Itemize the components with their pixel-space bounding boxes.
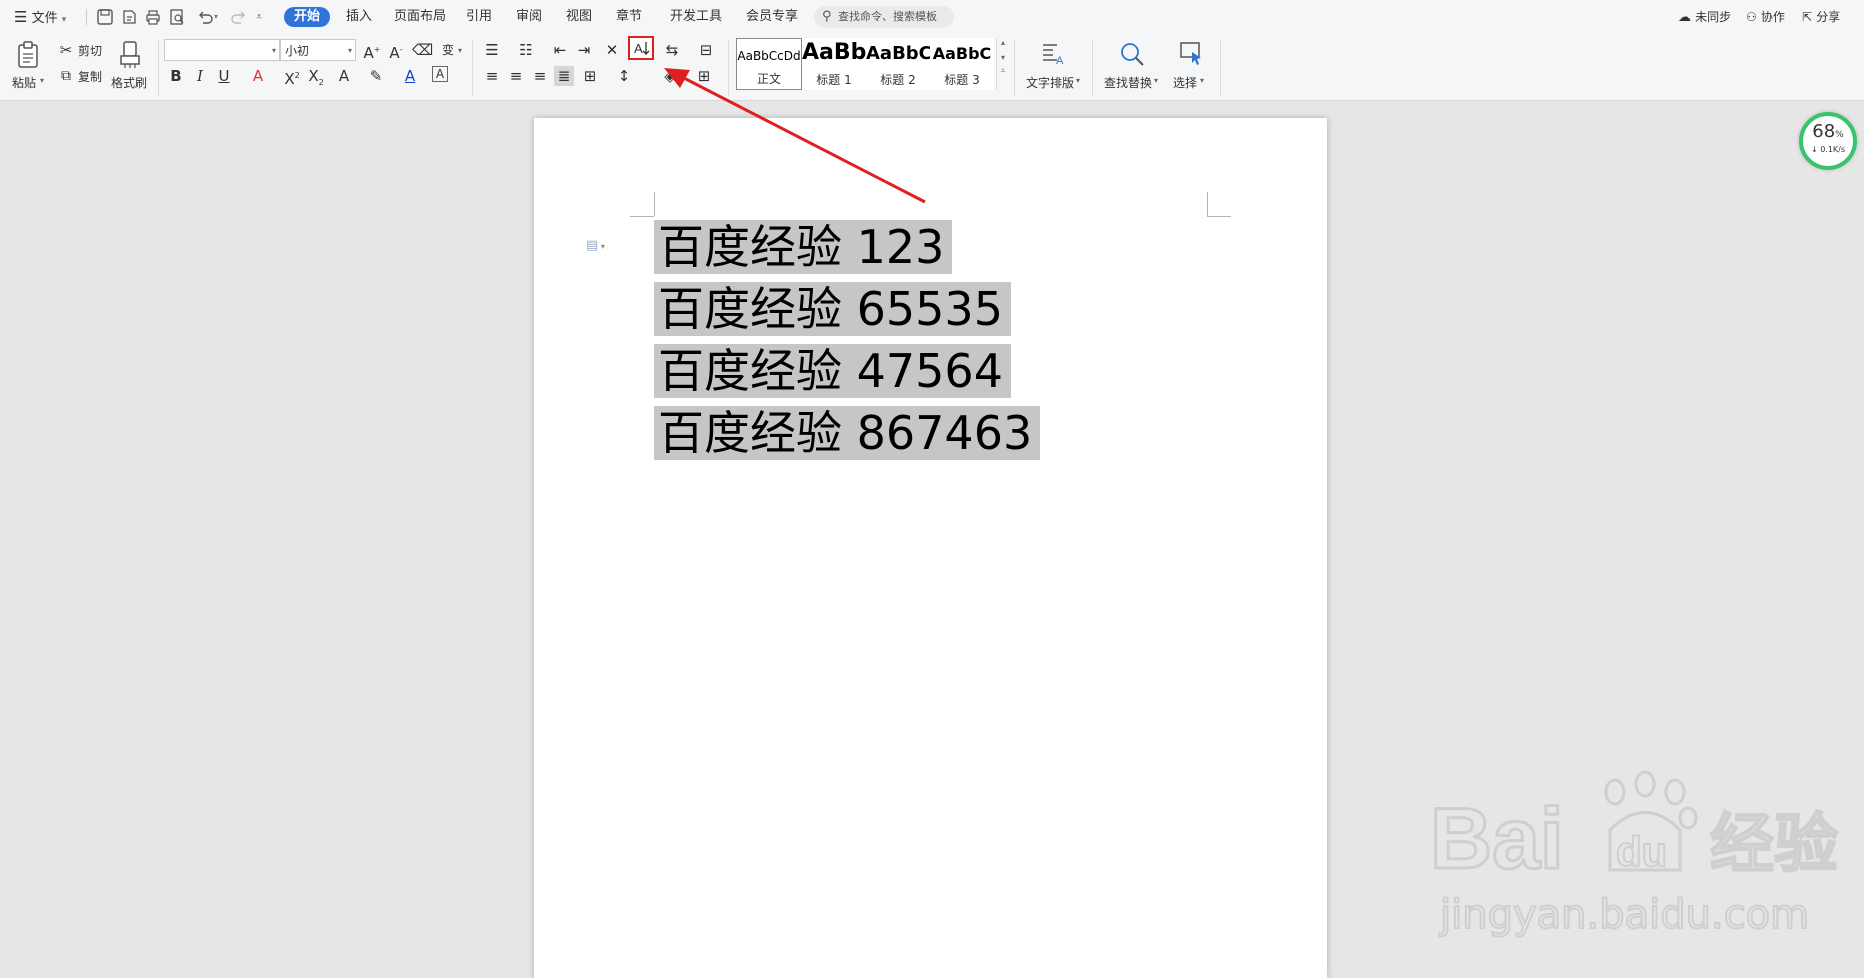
- watermark: Bai du 经验 jingyan.baidu.com: [1420, 770, 1840, 940]
- speed-rate: ↓ 0.1K/s: [1810, 145, 1846, 154]
- baidu-logo-watermark: Bai du 经验 jingyan.baidu.com: [1429, 770, 1839, 939]
- svg-text:du: du: [1616, 828, 1667, 875]
- network-speed-widget[interactable]: 68% ↓ 0.1K/s: [1799, 112, 1857, 170]
- speed-percent: 68%: [1812, 121, 1844, 142]
- svg-text:经验: 经验: [1710, 808, 1838, 882]
- svg-text:Bai: Bai: [1430, 791, 1564, 887]
- watermark-url: jingyan.baidu.com: [1439, 892, 1809, 938]
